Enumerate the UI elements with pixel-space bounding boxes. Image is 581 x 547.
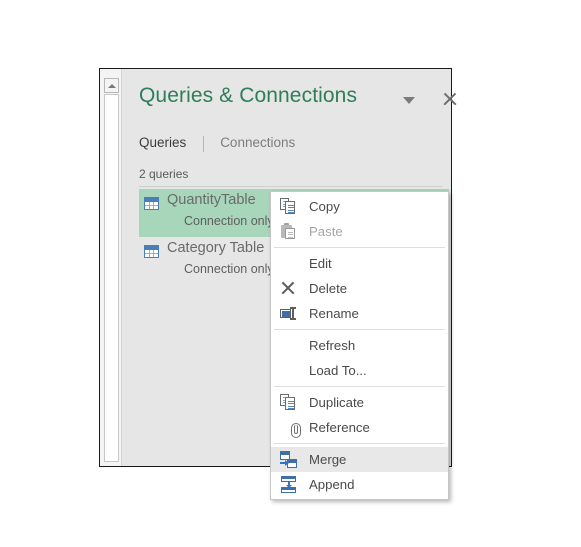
menu-item-label: Reference — [309, 420, 370, 435]
menu-item-delete[interactable]: Delete — [271, 276, 448, 301]
queries-and-connections-panel: Queries & Connections Queries Connection… — [99, 68, 452, 500]
panel-tabs: Queries Connections — [139, 135, 295, 157]
screenshot-root: Queries & Connections Queries Connection… — [0, 0, 581, 547]
menu-item-label: Edit — [309, 256, 332, 271]
query-status: Connection only. — [184, 262, 277, 276]
menu-separator — [274, 247, 445, 248]
append-icon — [280, 476, 297, 493]
menu-separator — [274, 443, 445, 444]
rename-icon — [280, 305, 297, 322]
query-status: Connection only. — [184, 214, 277, 228]
query-count-label: 2 queries — [139, 167, 189, 181]
menu-item-merge[interactable]: Merge — [271, 447, 448, 472]
tab-connections[interactable]: Connections — [220, 135, 295, 150]
page-title: Queries & Connections — [139, 84, 358, 107]
query-name: QuantityTable — [167, 192, 256, 208]
delete-icon — [280, 280, 297, 297]
menu-item-label: Duplicate — [309, 395, 364, 410]
menu-item-rename[interactable]: Rename — [271, 301, 448, 326]
menu-item-load-to[interactable]: Load To... — [271, 358, 448, 383]
close-icon[interactable] — [440, 89, 460, 109]
paste-icon — [280, 223, 297, 240]
tab-queries[interactable]: Queries — [139, 135, 186, 150]
menu-item-label: Merge — [309, 452, 347, 467]
menu-item-copy[interactable]: Copy — [271, 194, 448, 219]
tab-divider — [202, 136, 204, 152]
menu-item-refresh[interactable]: Refresh — [271, 333, 448, 358]
menu-item-label: Rename — [309, 306, 359, 321]
chevron-down-icon[interactable] — [403, 97, 415, 104]
reference-icon — [280, 419, 301, 438]
menu-item-label: Paste — [309, 224, 343, 239]
menu-item-label: Append — [309, 477, 355, 492]
panel-header: Queries & Connections — [122, 69, 451, 125]
panel-body: Queries & Connections Queries Connection… — [122, 69, 451, 500]
menu-item-reference[interactable]: Reference — [271, 415, 448, 440]
menu-item-duplicate[interactable]: Duplicate — [271, 390, 448, 415]
menu-item-edit[interactable]: Edit — [271, 251, 448, 276]
scroll-up-arrow-icon[interactable] — [104, 78, 119, 93]
menu-separator — [274, 386, 445, 387]
duplicate-icon — [280, 394, 297, 411]
menu-separator — [274, 329, 445, 330]
menu-item-label: Load To... — [309, 363, 367, 378]
menu-item-paste[interactable]: Paste — [271, 219, 448, 244]
scrollbar-track[interactable] — [104, 94, 119, 462]
table-icon — [144, 197, 159, 210]
panel-scrollbar[interactable] — [100, 69, 122, 466]
menu-item-label: Delete — [309, 281, 348, 296]
menu-item-append[interactable]: Append — [271, 472, 448, 497]
query-name: Category Table — [167, 240, 265, 256]
table-icon — [144, 245, 159, 258]
merge-icon — [280, 451, 297, 468]
copy-icon — [280, 198, 297, 215]
query-context-menu: Copy Paste Edit Delete Rename Refresh Lo… — [270, 191, 449, 500]
menu-item-label: Refresh — [309, 338, 356, 353]
menu-item-label: Copy — [309, 199, 340, 214]
count-divider — [139, 186, 442, 187]
